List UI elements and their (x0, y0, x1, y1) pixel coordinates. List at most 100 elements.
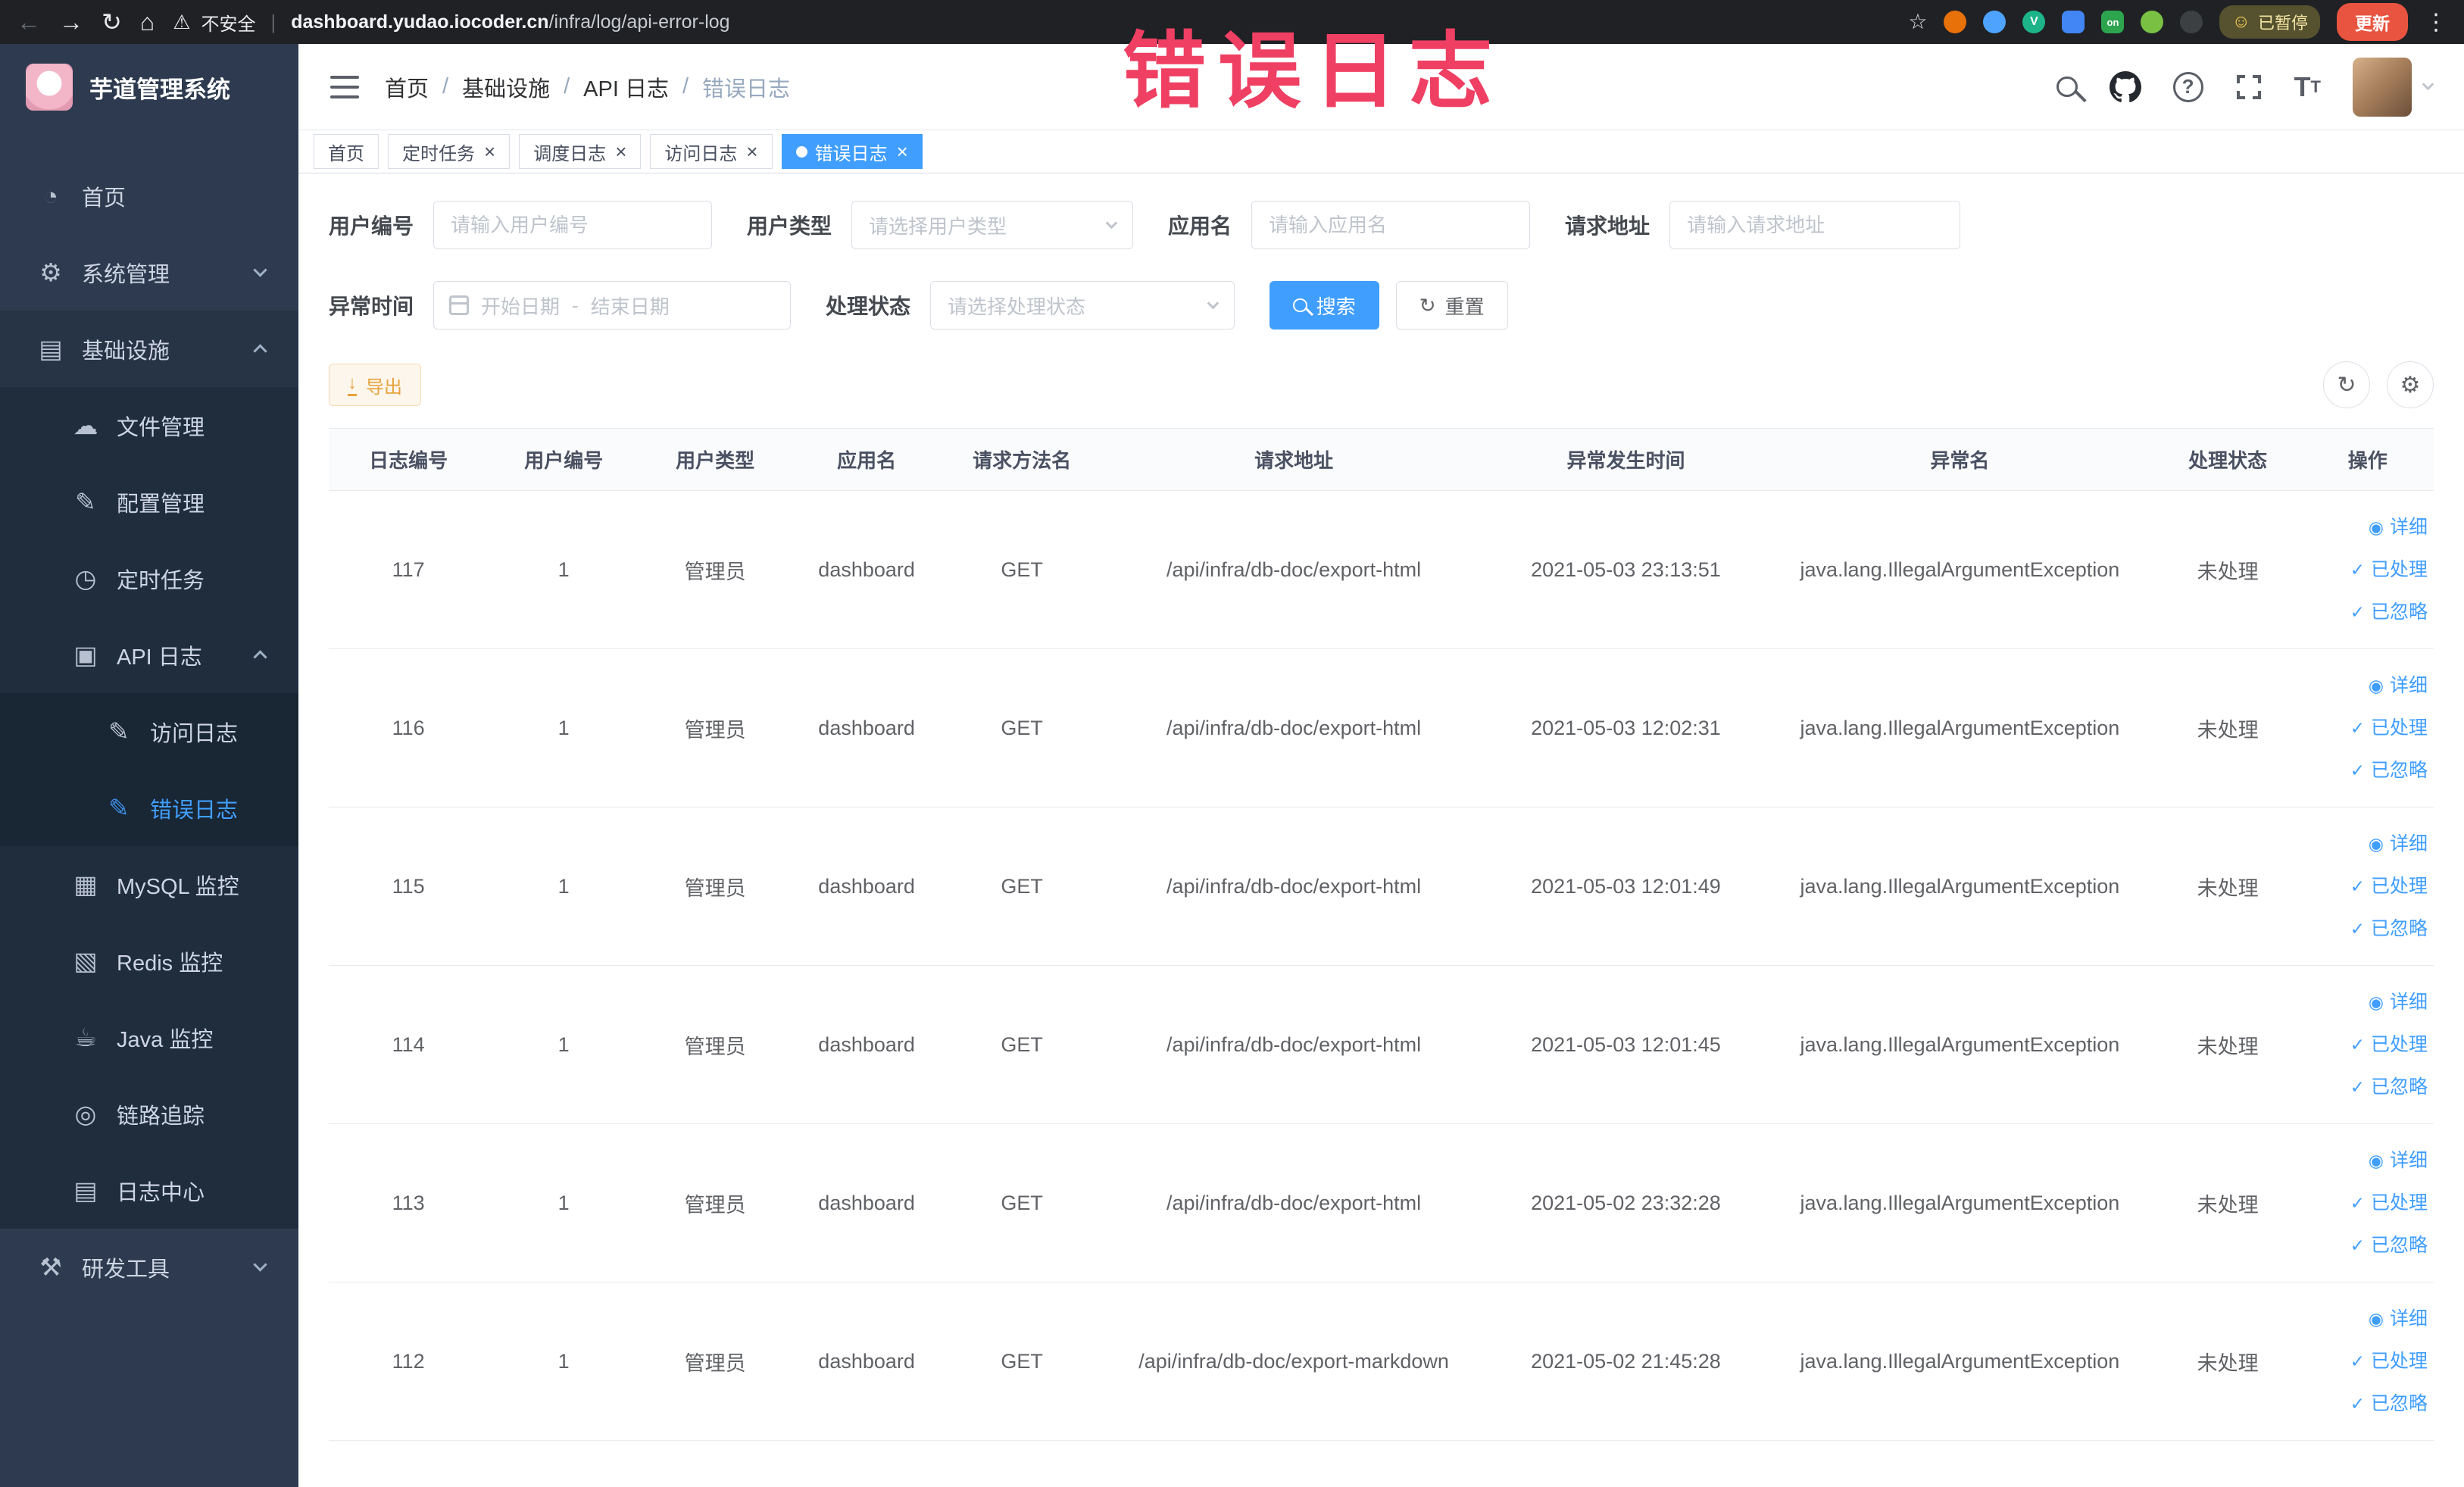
browser-forward-icon[interactable]: → (59, 10, 83, 34)
processed-link[interactable]: ✓ 已处理 (2309, 865, 2428, 908)
search-button[interactable]: 搜索 (1269, 281, 1379, 330)
address-bar[interactable]: ⚠ 不安全 | dashboard.yudao.iocoder.cn/infra… (173, 9, 729, 36)
bookmark-star-icon[interactable]: ☆ (1908, 11, 1927, 33)
tab-调度日志[interactable]: 调度日志 × (519, 134, 642, 169)
detail-link[interactable]: ◉ 详细 (2309, 664, 2428, 707)
sidebar-item-config[interactable]: ✎ 配置管理 (0, 464, 298, 540)
column-settings-button[interactable]: ⚙ (2387, 361, 2434, 408)
user-type-select[interactable]: 请选择用户类型 (851, 201, 1134, 249)
cell-actions: ◉ 详细 ✓ 已处理 ✓ 已忽略 (2301, 490, 2434, 649)
extension-blue-drop-icon[interactable] (1983, 11, 2006, 33)
process-status-select[interactable]: 请选择处理状态 (930, 281, 1235, 330)
user-type-placeholder: 请选择用户类型 (869, 214, 1007, 238)
breadcrumb-item[interactable]: 基础设施 (462, 71, 550, 103)
sidebar-item-label: 访问日志 (150, 721, 239, 746)
paused-badge[interactable]: ☺ 已暂停 (2219, 5, 2320, 39)
breadcrumb-item[interactable]: 首页 (385, 71, 429, 103)
error-log-icon: ✎ (108, 794, 130, 822)
user-menu[interactable] (2353, 57, 2434, 117)
close-icon[interactable]: × (897, 142, 908, 161)
tags-view: 首页 定时任务 × 调度日志 × 访问日志 × 错误日志 × (298, 130, 2464, 173)
processed-link[interactable]: ✓ 已处理 (2309, 1023, 2428, 1066)
extension-leaf-icon[interactable] (2141, 11, 2164, 33)
processed-link[interactable]: ✓ 已处理 (2309, 1182, 2428, 1224)
update-button[interactable]: 更新 (2337, 3, 2408, 41)
help-icon[interactable]: ? (2172, 71, 2203, 102)
sidebar-item-access-log[interactable]: ✎ 访问日志 (0, 693, 298, 770)
extension-on-badge[interactable]: on (2101, 11, 2125, 33)
tab-错误日志[interactable]: 错误日志 × (781, 134, 923, 169)
app-name-input[interactable] (1251, 201, 1531, 249)
sidebar-item-job[interactable]: ◷ 定时任务 (0, 540, 298, 617)
close-icon[interactable]: × (615, 142, 626, 161)
sidebar-collapse-icon[interactable] (330, 75, 359, 98)
column-header: 操作 (2301, 428, 2434, 491)
cell-status: 未处理 (2153, 648, 2302, 808)
sidebar-item-system[interactable]: ⚙ 系统管理 (0, 234, 298, 311)
cell-log-id: 116 (329, 648, 489, 808)
user-id-input[interactable] (433, 201, 713, 249)
table-row: 116 1 管理员 dashboard GET/api/infra/db-doc/exp… (329, 648, 2434, 808)
extension-grid-icon[interactable] (2062, 11, 2085, 33)
sidebar-item-mysql[interactable]: ▦ MySQL 监控 (0, 846, 298, 923)
font-size-icon[interactable]: TT (2294, 71, 2321, 103)
tab-访问日志[interactable]: 访问日志 × (650, 134, 773, 169)
check-icon: ✓ (2350, 876, 2365, 896)
search-icon[interactable] (2056, 76, 2078, 98)
detail-link[interactable]: ◉ 详细 (2309, 823, 2428, 865)
tab-定时任务[interactable]: 定时任务 × (388, 134, 511, 169)
sidebar-item-infra[interactable]: ▤ 基础设施 (0, 311, 298, 387)
extension-paw-icon[interactable] (2180, 11, 2203, 33)
fullscreen-icon[interactable] (2235, 73, 2263, 101)
browser-back-icon[interactable]: ← (17, 10, 41, 34)
chevron-up-icon (253, 344, 267, 358)
tab-首页[interactable]: 首页 (314, 134, 379, 169)
sidebar-item-java[interactable]: ☕ Java 监控 (0, 999, 298, 1076)
detail-link[interactable]: ◉ 详细 (2309, 981, 2428, 1023)
sidebar-item-trace[interactable]: ◎ 链路追踪 (0, 1076, 298, 1152)
processed-link[interactable]: ✓ 已处理 (2309, 1340, 2428, 1382)
detail-link[interactable]: ◉ 详细 (2309, 1139, 2428, 1182)
ignored-link[interactable]: ✓ 已忽略 (2309, 1382, 2428, 1425)
browser-home-icon[interactable]: ⌂ (140, 10, 155, 34)
browser-menu-icon[interactable]: ⋮ (2425, 9, 2447, 36)
request-url-input[interactable] (1669, 201, 1961, 249)
table-row: 112 1 管理员 dashboard GET/api/infra/db-doc/exp… (329, 1282, 2434, 1441)
active-dot (795, 145, 807, 158)
detail-link[interactable]: ◉ 详细 (2309, 506, 2428, 548)
sidebar-item-error-log[interactable]: ✎ 错误日志 (0, 770, 298, 846)
reset-button[interactable]: ↻ 重置 (1395, 281, 1508, 330)
sidebar-item-redis[interactable]: ▧ Redis 监控 (0, 923, 298, 999)
app-logo-block[interactable]: 芋道管理系统 (0, 44, 298, 130)
sidebar-item-file[interactable]: ☁ 文件管理 (0, 387, 298, 464)
cell-user-id: 1 (488, 1282, 640, 1441)
sidebar-item-label: 基础设施 (82, 339, 170, 364)
breadcrumb-item[interactable]: API 日志 (583, 71, 669, 103)
sidebar-item-home[interactable]: ◔ 首页 (0, 158, 298, 234)
sidebar-item-log-center[interactable]: ▤ 日志中心 (0, 1152, 298, 1229)
sidebar-item-api-log[interactable]: ▣ API 日志 (0, 617, 298, 693)
extension-green-v-icon[interactable]: V (2022, 11, 2046, 33)
sidebar-item-label: 定时任务 (117, 568, 205, 593)
close-icon[interactable]: × (746, 142, 757, 161)
browser-reload-icon[interactable]: ↻ (101, 10, 122, 34)
action-label: 详细 (2389, 1150, 2428, 1171)
ignored-link[interactable]: ✓ 已忽略 (2309, 1224, 2428, 1267)
processed-link[interactable]: ✓ 已处理 (2309, 548, 2428, 591)
close-icon[interactable]: × (484, 142, 495, 161)
action-label: 详细 (2389, 992, 2428, 1013)
sidebar-item-dev-tools[interactable]: ⚒ 研发工具 (0, 1229, 298, 1305)
detail-link[interactable]: ◉ 详细 (2309, 1298, 2428, 1340)
date-range-picker[interactable]: 开始日期 - 结束日期 (433, 281, 792, 330)
refresh-button[interactable]: ↻ (2323, 361, 2370, 408)
export-button[interactable]: ↓ 导出 (329, 364, 421, 406)
ignored-link[interactable]: ✓ 已忽略 (2309, 908, 2428, 950)
ignored-link[interactable]: ✓ 已忽略 (2309, 591, 2428, 633)
github-icon[interactable] (2109, 70, 2141, 103)
ignored-link[interactable]: ✓ 已忽略 (2309, 749, 2428, 792)
extension-orange-icon[interactable] (1944, 11, 1967, 33)
ignored-link[interactable]: ✓ 已忽略 (2309, 1066, 2428, 1108)
breadcrumb-separator: / (564, 74, 570, 98)
cell-actions: ◉ 详细 ✓ 已处理 ✓ 已忽略 (2301, 1282, 2434, 1441)
processed-link[interactable]: ✓ 已处理 (2309, 707, 2428, 749)
